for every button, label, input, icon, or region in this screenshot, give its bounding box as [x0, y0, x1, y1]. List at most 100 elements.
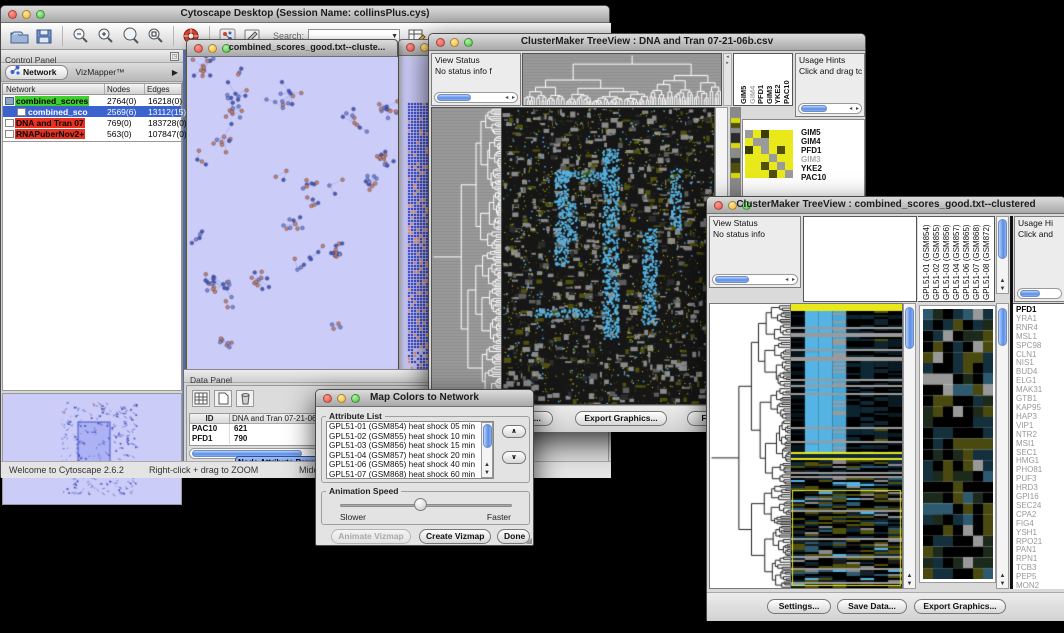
tv1-column-dendrogram[interactable] — [522, 53, 722, 106]
matrix-cell — [769, 130, 777, 138]
folder-icon — [5, 97, 14, 105]
tv1-view-status-line1: View Status — [432, 54, 520, 65]
move-up-button[interactable]: ∧ — [502, 425, 526, 438]
matrix-cell — [745, 170, 753, 178]
tv2-collabels-vscrollbar[interactable] — [996, 216, 1009, 294]
tv1-column-label[interactable]: YKE2 — [773, 54, 782, 104]
attribute-list-item[interactable]: GPL51-03 (GSM856) heat shock 15 min — [329, 441, 493, 451]
tv2-heatmap-vscrollbar[interactable] — [903, 303, 916, 589]
attribute-list-item[interactable]: GPL51-06 (GSM865) heat shock 40 min — [329, 460, 493, 470]
zoom-fit-icon[interactable] — [145, 26, 166, 47]
tv2-column-label[interactable]: GPL51-01 (GSM854) — [922, 218, 931, 300]
attribute-list-vscrollbar[interactable] — [481, 422, 493, 478]
gene-id: PFD1 — [190, 434, 230, 444]
network-tree-row[interactable]: combined_sco2569(6)13112(15) — [3, 106, 181, 117]
matrix-cell — [753, 162, 761, 170]
dialog-title-bar[interactable]: Map Colors to Network — [316, 390, 533, 407]
tv2-heatmap[interactable] — [791, 303, 903, 589]
tab-network[interactable]: Network — [5, 65, 68, 80]
close-button[interactable] — [406, 43, 415, 52]
tv1-gene-label[interactable]: GIM4 — [801, 137, 826, 146]
main-title-bar[interactable]: Cytoscape Desktop (Session Name: collins… — [1, 6, 609, 23]
attribute-list[interactable]: GPL51-01 (GSM854) heat shock 05 minGPL51… — [326, 421, 494, 479]
tv2-column-label[interactable]: GPL51-02 (GSM855) — [932, 218, 941, 300]
move-down-button[interactable]: ∨ — [502, 451, 526, 464]
tv1-gene-label[interactable]: GIM5 — [801, 128, 826, 137]
matrix-cell — [777, 138, 785, 146]
slower-label: Slower — [340, 512, 366, 522]
tab-overflow-icon[interactable]: ▶ — [172, 68, 178, 77]
tv2-zoom-panel[interactable] — [919, 305, 996, 583]
tv1-column-label[interactable]: GIM5 — [739, 54, 748, 104]
treeview2-window: ClusterMaker TreeView : combined_scores_… — [706, 196, 1064, 621]
tv1-heatmap[interactable] — [502, 107, 715, 405]
document-icon — [5, 130, 14, 138]
tv2-view-status-line1: View Status — [710, 217, 800, 228]
tab-vizmapper[interactable]: VizMapper™ — [68, 67, 133, 77]
tv2-column-label[interactable]: GPL51-03 (GSM856) — [942, 218, 951, 300]
treeview1-title-bar[interactable]: ClusterMaker TreeView : DNA and Tran 07-… — [429, 34, 865, 51]
tv1-gene-label[interactable]: GIM3 — [801, 155, 826, 164]
create-vizmap-button[interactable]: Create Vizmap — [419, 529, 491, 544]
tv1-column-label[interactable]: PFD1 — [756, 54, 765, 104]
tv2-row-dendrogram[interactable] — [709, 303, 791, 589]
tv2-column-label[interactable]: GPL51-08 (GSM872) — [982, 218, 991, 300]
tv2-column-label[interactable]: GPL51-06 (GSM865) — [962, 218, 971, 300]
speed-slider-thumb[interactable] — [414, 498, 427, 511]
tv2-column-label[interactable]: GPL51-04 (GSM857) — [952, 218, 961, 300]
treeview2-title: ClusterMaker TreeView : combined_scores_… — [707, 199, 1064, 210]
delete-attribute-icon[interactable] — [236, 390, 254, 407]
tv1-export-graphics-button[interactable]: Export Graphics... — [575, 411, 667, 426]
network-canvas-1[interactable] — [188, 57, 398, 373]
birdseye-view[interactable] — [2, 393, 182, 505]
tv1-gene-label[interactable]: PAC10 — [801, 173, 826, 182]
tv2-status-scrollbar[interactable] — [712, 274, 798, 285]
tv1-gene-label[interactable]: YKE2 — [801, 164, 826, 173]
gene-label[interactable]: MON2 — [1016, 582, 1064, 589]
tv1-tree-splitter[interactable]: ◂▸ — [723, 53, 732, 106]
tv1-gene-label[interactable]: PFD1 — [801, 146, 826, 155]
network-edges-count: 183728(0) — [148, 118, 187, 128]
tv1-row-dendrogram[interactable] — [431, 107, 502, 405]
zoom-out-icon[interactable] — [70, 26, 91, 47]
tv2-usage-scrollbar[interactable] — [1017, 288, 1062, 299]
tv2-button-bar: Settings... Save Data... Export Graphics… — [707, 592, 1064, 621]
tv2-zoom-vscrollbar[interactable] — [996, 303, 1009, 589]
table-icon-button[interactable] — [192, 390, 210, 407]
save-icon[interactable] — [34, 26, 55, 47]
tv1-column-label[interactable]: PAC10 — [782, 54, 791, 104]
open-file-icon[interactable] — [9, 26, 30, 47]
new-attribute-icon[interactable] — [214, 390, 232, 407]
animate-vizmap-button[interactable]: Animate Vizmap — [331, 529, 411, 544]
col-network[interactable]: Network — [3, 84, 105, 94]
tv2-column-tree-area — [803, 216, 917, 302]
matrix-cell — [785, 154, 793, 162]
tv1-usage-scrollbar[interactable] — [798, 103, 862, 114]
network-tree-row[interactable]: DNA and Tran 07769(0)183728(0) — [3, 117, 181, 128]
tv2-export-graphics-button[interactable]: Export Graphics... — [914, 599, 1006, 614]
attribute-list-item[interactable]: GPL51-01 (GSM854) heat shock 05 min — [329, 422, 493, 432]
float-panel-icon[interactable]: ◳ — [170, 52, 179, 61]
treeview2-title-bar[interactable]: ClusterMaker TreeView : combined_scores_… — [707, 197, 1064, 214]
attribute-list-item[interactable]: GPL51-02 (GSM855) heat shock 10 min — [329, 432, 493, 442]
zoom-selected-icon[interactable] — [120, 26, 141, 47]
data-table-row[interactable]: PFD1790 — [190, 434, 318, 444]
data-table-row[interactable]: PAC10621 — [190, 424, 318, 434]
tv1-view-status-line2: No status info f — [432, 65, 520, 76]
tv1-status-scrollbar[interactable] — [434, 92, 518, 103]
matrix-cell — [761, 170, 769, 178]
col-nodes[interactable]: Nodes — [105, 84, 145, 94]
resize-grip[interactable]: ◢ — [526, 536, 532, 545]
attribute-list-item[interactable]: GPL51-04 (GSM857) heat shock 20 min — [329, 451, 493, 461]
tv2-save-data-button[interactable]: Save Data... — [837, 599, 907, 614]
network-tree-row[interactable]: RNAPuberNov2+563(0)107847(0) — [3, 128, 181, 139]
tv1-summary-matrix[interactable] — [745, 130, 793, 178]
tv2-settings-button[interactable]: Settings... — [767, 599, 831, 614]
value-column-header[interactable]: DNA and Tran 07-21-06 — [230, 414, 318, 423]
zoom-in-icon[interactable] — [95, 26, 116, 47]
tv2-column-label[interactable]: GPL51-07 (GSM868) — [972, 218, 981, 300]
id-column-header[interactable]: ID — [190, 414, 230, 423]
network-tree-row[interactable]: combined_scores2764(0)16218(0) — [3, 95, 181, 106]
attribute-list-item[interactable]: GPL51-07 (GSM868) heat shock 60 min — [329, 470, 493, 479]
col-edges[interactable]: Edges — [145, 84, 181, 94]
